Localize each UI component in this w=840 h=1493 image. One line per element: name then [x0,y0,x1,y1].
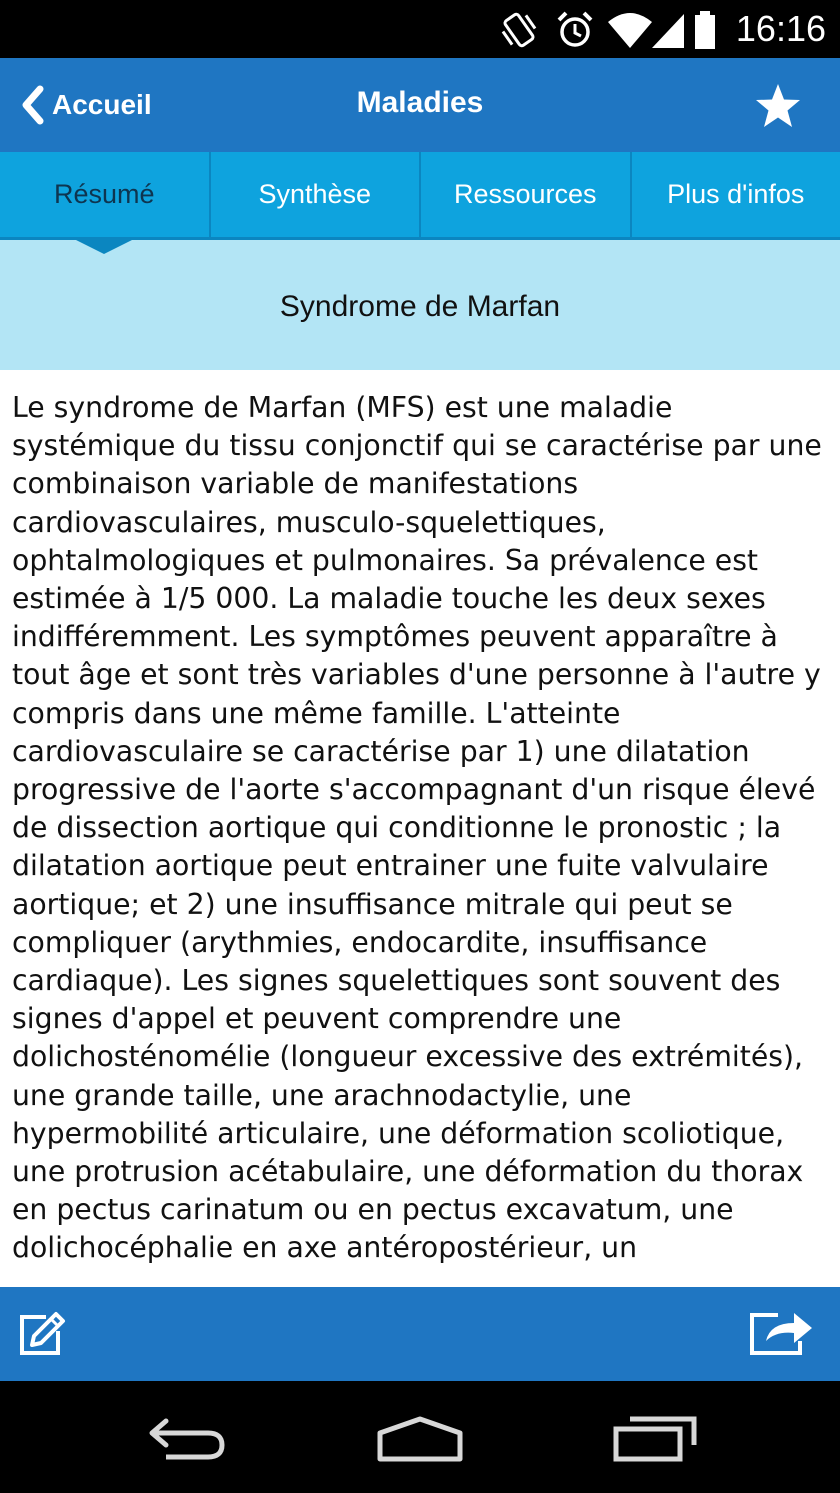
status-bar: 16:16 [0,0,840,58]
home-nav-icon[interactable] [374,1411,466,1463]
tab-ressources[interactable]: Ressources [421,152,632,237]
system-nav-bar [0,1381,840,1493]
tab-plus-infos[interactable]: Plus d'infos [632,152,840,237]
back-button[interactable]: Accueil [18,82,152,128]
vibrate-icon [501,12,537,48]
recent-apps-icon[interactable] [612,1411,698,1463]
subject-header: Syndrome de Marfan [0,240,840,370]
cell-signal-icon [652,14,684,48]
active-tab-indicator [76,240,132,254]
tab-synthese[interactable]: Synthèse [211,152,421,237]
disease-title: Syndrome de Marfan [279,290,561,323]
star-icon[interactable] [754,82,802,130]
alarm-icon [557,11,593,47]
tab-bar: Résumé Synthèse Ressources Plus d'infos [0,152,840,240]
back-nav-icon[interactable] [146,1411,230,1463]
edit-icon[interactable] [16,1309,68,1357]
content-scroll[interactable]: Le syndrome de Marfan (MFS) est une mala… [0,370,840,1287]
battery-icon [695,11,715,49]
action-bar: Accueil Maladies [0,58,840,152]
tab-resume[interactable]: Résumé [0,152,211,237]
chevron-left-icon [22,85,44,125]
share-icon[interactable] [748,1307,814,1357]
bottom-bar [0,1287,840,1381]
summary-text: Le syndrome de Marfan (MFS) est une mala… [12,391,822,1265]
wifi-icon [608,13,652,48]
back-label: Accueil [52,89,152,120]
clock: 16:16 [735,8,826,49]
